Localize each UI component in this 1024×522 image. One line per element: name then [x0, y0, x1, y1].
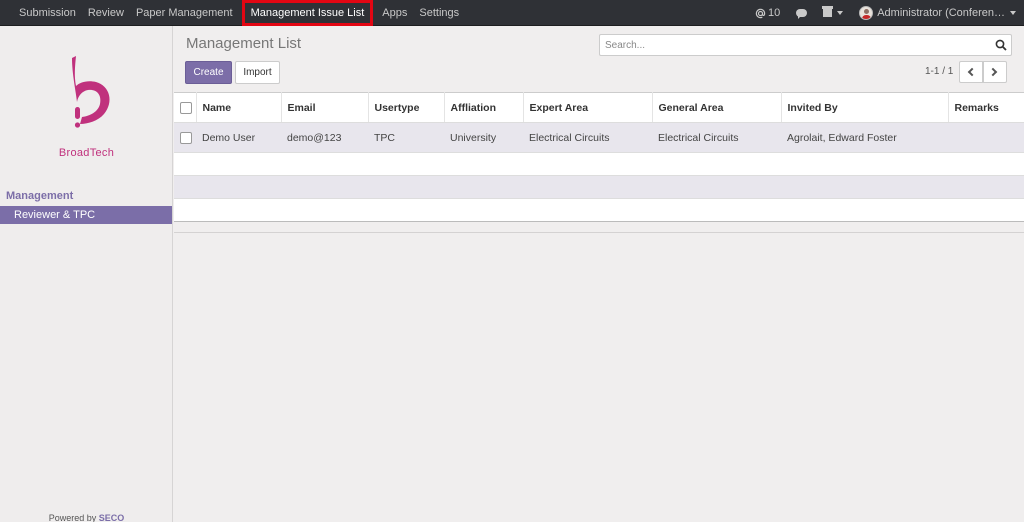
pager-previous-button[interactable]	[959, 61, 983, 83]
row-select-cell	[174, 122, 196, 153]
select-all-cell	[174, 92, 197, 123]
chevron-down-icon	[837, 11, 844, 15]
main-menu: Submission Review Paper Management Manag…	[13, 0, 465, 26]
pager-next-button[interactable]	[983, 61, 1007, 83]
cell-name[interactable]: Demo User	[196, 122, 281, 153]
column-header-expert-area[interactable]: Expert Area	[523, 92, 653, 123]
menu-apps[interactable]: Apps	[376, 0, 413, 26]
page-title: Management List	[186, 35, 302, 52]
top-navbar: Submission Review Paper Management Manag…	[0, 0, 1024, 26]
brand-name: BroadTech	[58, 147, 115, 159]
cell-general-area[interactable]: Electrical Circuits	[652, 122, 781, 153]
powered-by-brand[interactable]: SECO	[99, 513, 125, 522]
column-header-general-area[interactable]: General Area	[652, 92, 782, 123]
pager-value[interactable]: 1-1 / 1	[925, 66, 953, 77]
chevron-left-icon	[967, 67, 977, 77]
menu-paper-management[interactable]: Paper Management	[130, 0, 239, 26]
avatar	[859, 6, 874, 20]
create-button[interactable]: Create	[185, 61, 232, 84]
menu-submission[interactable]: Submission	[13, 0, 82, 26]
table-header-row: Name Email Usertype Affliation Expert Ar…	[174, 92, 1024, 123]
menu-review[interactable]: Review	[82, 0, 130, 26]
cell-email[interactable]: demo@123	[281, 122, 368, 153]
column-header-invited-by[interactable]: Invited By	[781, 92, 949, 123]
list-view: Name Email Usertype Affliation Expert Ar…	[174, 92, 1024, 222]
powered-by: Powered by SECO	[0, 513, 173, 522]
search-icon[interactable]	[995, 39, 1007, 51]
column-header-remarks[interactable]: Remarks	[948, 92, 1024, 123]
sidebar-item-reviewer-tpc[interactable]: Reviewer & TPC	[0, 206, 172, 224]
sidebar-section-management: Management	[6, 190, 74, 202]
chat-button[interactable]	[788, 0, 815, 26]
column-header-usertype[interactable]: Usertype	[368, 92, 445, 123]
broadtech-logo	[72, 56, 110, 128]
management-table: Name Email Usertype Affliation Expert Ar…	[174, 92, 1024, 222]
chat-bubble-icon	[796, 9, 808, 19]
menu-settings[interactable]: Settings	[413, 0, 465, 26]
row-checkbox[interactable]	[180, 131, 192, 144]
menu-management-issue-list[interactable]: Management Issue List	[241, 0, 374, 26]
empty-row	[174, 198, 1024, 222]
table-row[interactable]: Demo User demo@123 TPC University Electr…	[174, 122, 1024, 153]
mentions-button[interactable]: 10	[747, 0, 788, 26]
cell-invited-by[interactable]: Agrolait, Edward Foster	[781, 122, 948, 153]
import-button[interactable]: Import	[235, 61, 280, 84]
empty-row	[174, 152, 1024, 176]
sidebar: BroadTech Management Reviewer & TPC Powe…	[0, 26, 173, 522]
cell-expert-area[interactable]: Electrical Circuits	[523, 122, 652, 153]
cell-remarks[interactable]	[948, 122, 1024, 153]
column-header-email[interactable]: Email	[281, 92, 369, 123]
powered-by-prefix: Powered by	[48, 513, 97, 522]
chevron-right-icon	[988, 67, 998, 77]
gift-icon	[822, 6, 834, 17]
search-input[interactable]	[600, 35, 980, 55]
at-icon	[755, 8, 766, 18]
empty-row	[174, 175, 1024, 199]
user-name: Administrator (Conferen…	[877, 7, 1005, 19]
cell-usertype[interactable]: TPC	[368, 122, 444, 153]
cell-affiliation[interactable]: University	[444, 122, 523, 153]
gift-menu-button[interactable]	[815, 0, 851, 26]
chevron-down-icon	[1010, 11, 1016, 15]
user-menu[interactable]: Administrator (Conferen…	[851, 0, 1024, 26]
systray: 10 Administrator (Conferen…	[747, 0, 1024, 26]
select-all-checkbox[interactable]	[180, 101, 192, 114]
mention-count: 10	[767, 7, 781, 19]
column-header-name[interactable]: Name	[196, 92, 282, 123]
divider	[174, 232, 1024, 233]
search-box[interactable]	[599, 34, 1012, 56]
column-header-affiliation[interactable]: Affliation	[444, 92, 524, 123]
